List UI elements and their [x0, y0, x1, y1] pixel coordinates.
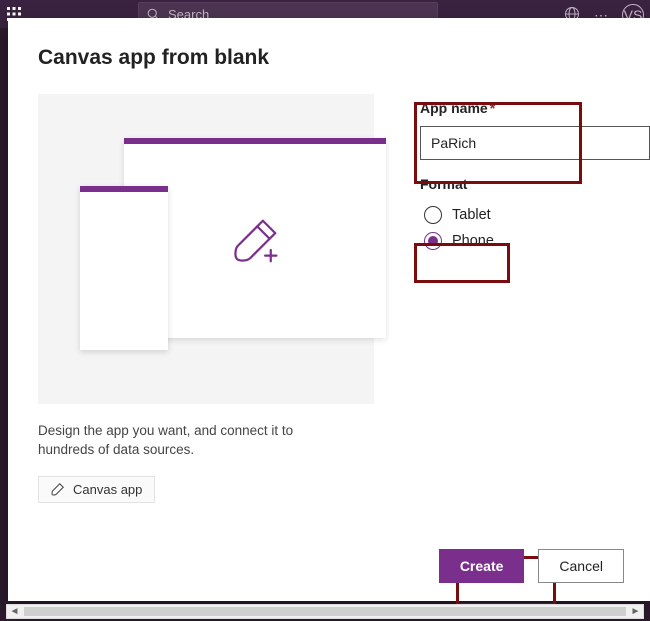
- app-type-tag[interactable]: Canvas app: [38, 476, 155, 503]
- app-name-label: App name*: [420, 100, 495, 116]
- create-button[interactable]: Create: [439, 549, 525, 583]
- preview-description: Design the app you want, and connect it …: [38, 422, 338, 460]
- device-preview: [38, 94, 374, 404]
- format-option-tablet[interactable]: Tablet: [420, 202, 497, 228]
- dialog-footer: Create Cancel: [439, 549, 624, 583]
- phone-preview: [80, 186, 168, 350]
- required-star: *: [490, 100, 495, 116]
- radio-icon: [424, 232, 442, 250]
- preview-column: Design the app you want, and connect it …: [38, 94, 374, 503]
- dialog-title: Canvas app from blank: [38, 46, 620, 70]
- horizontal-scrollbar[interactable]: ◄ ►: [6, 604, 644, 619]
- scroll-thumb[interactable]: [24, 607, 626, 616]
- brush-small-icon: [51, 482, 65, 496]
- format-option-phone[interactable]: Phone: [420, 228, 500, 254]
- brush-icon: [228, 214, 282, 268]
- cancel-button[interactable]: Cancel: [538, 549, 624, 583]
- format-radio-group: Tablet Phone: [420, 202, 650, 254]
- format-label: Format: [420, 176, 650, 192]
- app-type-tag-label: Canvas app: [73, 482, 142, 497]
- create-canvas-app-dialog: Canvas app from blank: [8, 18, 650, 601]
- scroll-right-icon[interactable]: ►: [628, 605, 643, 618]
- app-name-field: App name*: [420, 100, 650, 160]
- format-option-tablet-label: Tablet: [452, 207, 491, 223]
- app-name-input[interactable]: [420, 126, 650, 160]
- scroll-left-icon[interactable]: ◄: [7, 605, 22, 618]
- format-option-phone-label: Phone: [452, 233, 494, 249]
- radio-icon: [424, 206, 442, 224]
- form-column: App name* Format Tablet Phone: [420, 94, 650, 503]
